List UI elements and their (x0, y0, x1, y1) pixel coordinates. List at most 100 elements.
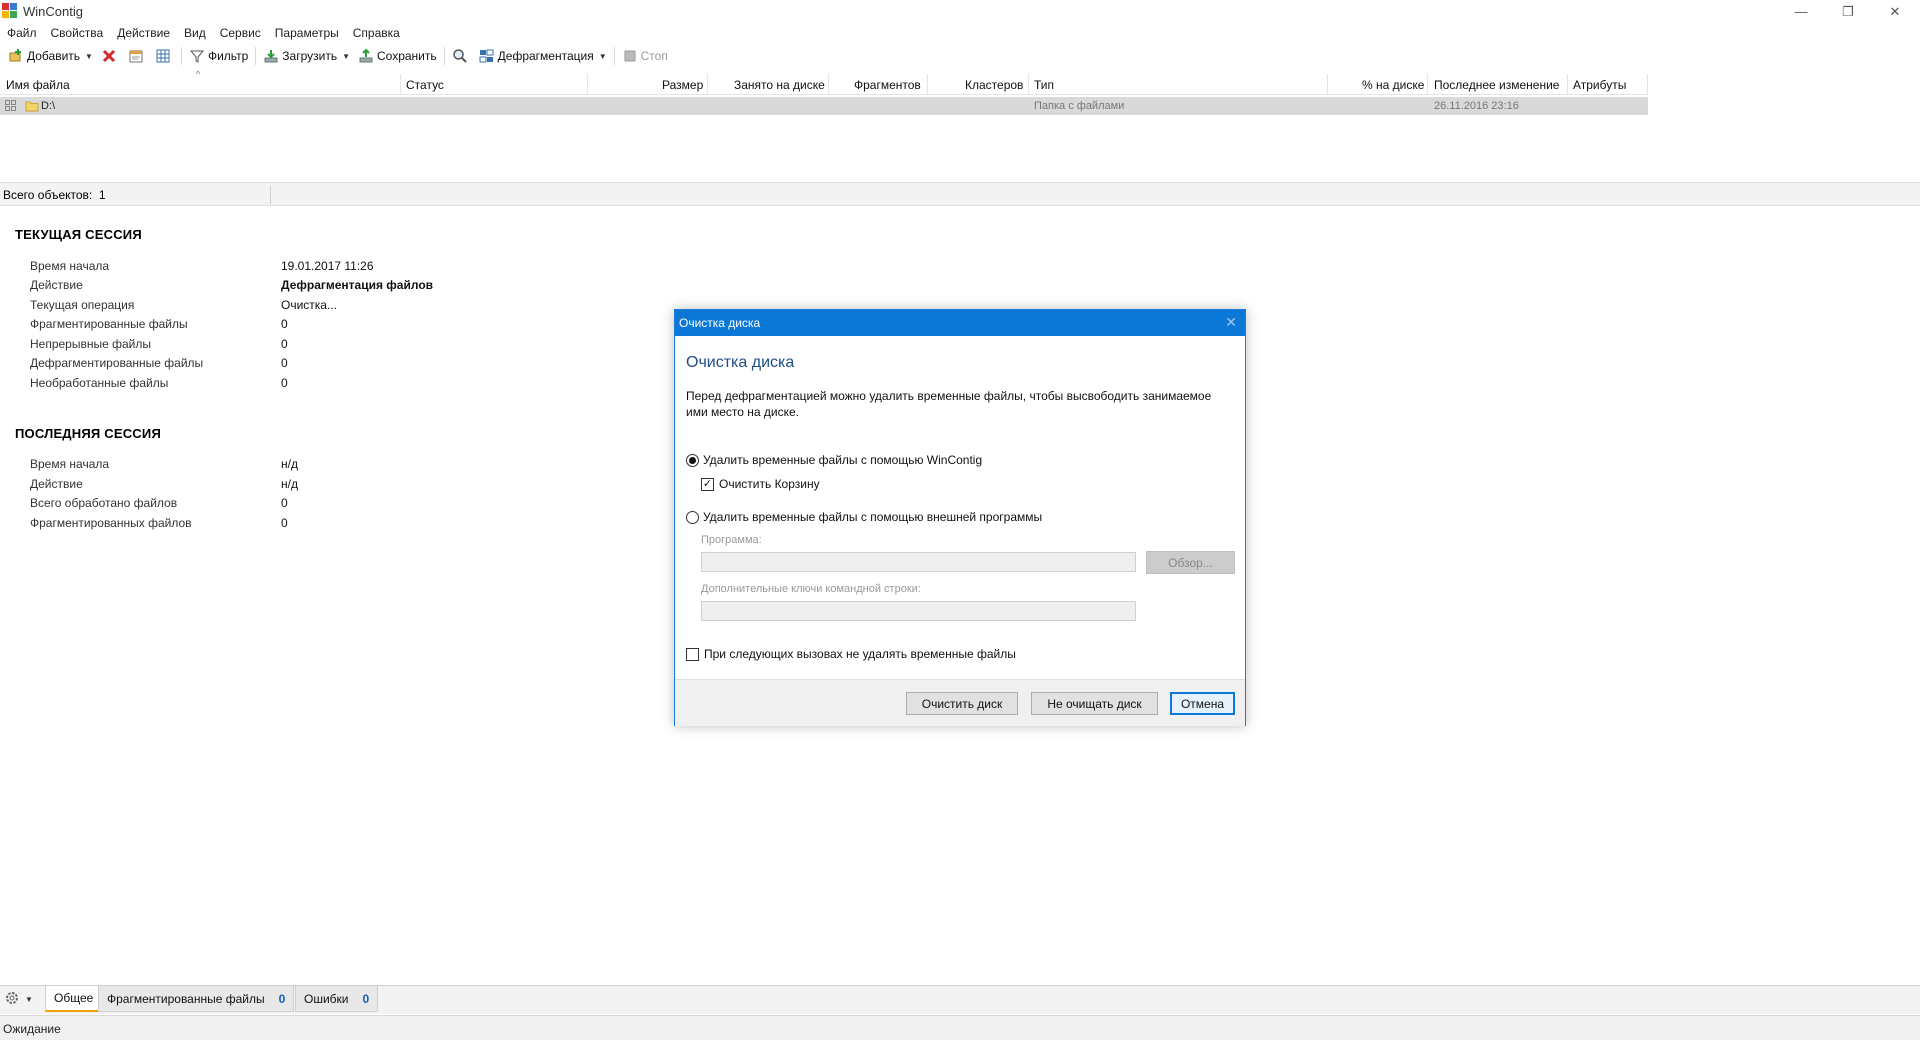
properties-button[interactable] (124, 45, 151, 67)
analyze-button[interactable] (448, 45, 475, 67)
menu-file[interactable]: Файл (0, 23, 44, 43)
file-list-header: Имя файла Статус Размер Занято на диске … (0, 74, 1648, 95)
close-icon[interactable]: ✕ (1225, 314, 1237, 331)
menu-action[interactable]: Действие (110, 23, 177, 43)
radio-button-checked[interactable] (686, 453, 699, 467)
column-header-clusters[interactable]: Кластеров (965, 78, 1023, 92)
defragmented-files-value: 0 (281, 356, 288, 370)
last-action-label: Действие (30, 477, 83, 491)
tab-fragmented-label: Фрагментированные файлы (107, 991, 265, 1006)
checkbox-recycle-bin[interactable]: ✓ Очистить Корзину (701, 477, 820, 491)
column-header-size[interactable]: Размер (662, 78, 703, 92)
magnifier-icon (452, 48, 468, 64)
save-icon (358, 48, 374, 64)
toolbar-separator (255, 47, 257, 65)
column-header-name[interactable]: Имя файла (6, 78, 70, 92)
window-title: WinContig (23, 4, 83, 19)
column-divider[interactable] (927, 74, 928, 95)
add-button[interactable]: Добавить ▼ (4, 45, 97, 67)
list-summary-bar: Всего объектов: 1 (0, 182, 1920, 206)
bottom-tabs-bar: ▼ Общее Фрагментированные файлы 0 Ошибки… (0, 985, 1920, 1014)
args-input[interactable] (701, 601, 1136, 621)
cancel-button[interactable]: Отмена (1170, 692, 1235, 715)
chevron-down-icon: ▼ (25, 994, 33, 1004)
app-logo-icon (2, 3, 17, 18)
column-header-status[interactable]: Статус (406, 78, 444, 92)
close-window-button[interactable]: ✕ (1872, 0, 1918, 23)
minimize-button[interactable]: — (1778, 0, 1824, 23)
clean-disk-button[interactable]: Очистить диск (906, 692, 1018, 715)
program-input[interactable] (701, 552, 1136, 572)
last-session-title: ПОСЛЕДНЯЯ СЕССИЯ (15, 426, 161, 441)
menu-view[interactable]: Вид (177, 23, 213, 43)
radio-wincontig-option[interactable]: Удалить временные файлы с помощью WinCon… (686, 453, 982, 467)
tab-errors[interactable]: Ошибки 0 (295, 986, 379, 1012)
load-button[interactable]: Загрузить ▼ (259, 45, 354, 67)
defrag-button[interactable]: Дефрагментация ▼ (475, 45, 611, 67)
defragmented-files-label: Дефрагментированные файлы (30, 356, 204, 370)
menu-bar: Файл Свойства Действие Вид Сервис Параме… (0, 23, 407, 43)
column-divider[interactable] (587, 74, 588, 95)
settings-menu-button[interactable]: ▼ (4, 989, 33, 1009)
fragmented-count-badge: 0 (278, 991, 286, 1006)
dialog-heading: Очистка диска (686, 354, 795, 371)
radio-external-option[interactable]: Удалить временные файлы с помощью внешне… (686, 510, 1042, 524)
last-start-time-label: Время начала (30, 457, 110, 471)
radio-button-unchecked[interactable] (686, 510, 699, 524)
gear-icon (4, 990, 20, 1009)
column-header-type[interactable]: Тип (1034, 78, 1054, 92)
column-header-modified[interactable]: Последнее изменение (1434, 78, 1559, 92)
title-bar: WinContig — ❐ ✕ (0, 0, 1920, 23)
stop-label: Стоп (640, 49, 668, 63)
column-divider[interactable] (1647, 74, 1648, 95)
column-divider[interactable] (1327, 74, 1328, 95)
total-objects-label: Всего объектов: (3, 188, 93, 202)
radio-external-label: Удалить временные файлы с помощью внешне… (703, 510, 1043, 524)
menu-properties[interactable]: Свойства (44, 23, 111, 43)
column-header-attributes[interactable]: Атрибуты (1573, 78, 1626, 92)
save-button[interactable]: Сохранить (354, 45, 441, 67)
current-session-title: ТЕКУЩАЯ СЕССИЯ (15, 227, 142, 242)
args-label: Дополнительные ключи командной строки: (701, 583, 921, 595)
column-divider[interactable] (400, 74, 401, 95)
table-row[interactable]: D:\ Папка с файлами 26.11.2016 23:16 (0, 97, 1648, 115)
column-divider[interactable] (828, 74, 829, 95)
dialog-button-bar: Очистить диск Не очищать диск Отмена (675, 679, 1245, 726)
column-header-disk-percent[interactable]: % на диске (1362, 78, 1424, 92)
dialog-description: Перед дефрагментацией можно удалить врем… (686, 389, 1212, 419)
filter-button[interactable]: Фильтр (185, 45, 252, 67)
menu-help[interactable]: Справка (346, 23, 407, 43)
column-divider[interactable] (1567, 74, 1568, 95)
last-fragmented-value: 0 (281, 516, 288, 530)
contiguous-files-value: 0 (281, 337, 288, 351)
total-processed-label: Всего обработано файлов (30, 496, 178, 510)
stop-button[interactable]: Стоп (618, 45, 672, 67)
column-header-disk-used[interactable]: Занято на диске (734, 78, 825, 92)
chevron-down-icon: ▼ (342, 51, 350, 61)
last-action-value: н/д (281, 477, 298, 491)
current-start-time-label: Время начала (30, 259, 110, 273)
tab-general[interactable]: Общее (45, 986, 103, 1012)
folder-icon (25, 99, 39, 115)
checkbox-checked[interactable]: ✓ (701, 477, 714, 491)
file-name-cell: D:\ (41, 100, 56, 112)
checkbox-dont-delete[interactable]: При следующих вызовах не удалять временн… (686, 647, 1016, 661)
browse-button[interactable]: Обзор... (1146, 551, 1235, 574)
stop-icon (622, 48, 638, 64)
no-clean-button[interactable]: Не очищать диск (1031, 692, 1158, 715)
total-objects-value: 1 (98, 188, 106, 202)
column-divider[interactable] (1427, 74, 1428, 95)
tab-fragmented-files[interactable]: Фрагментированные файлы 0 (98, 986, 295, 1012)
add-files-icon (8, 48, 24, 64)
checkbox-unchecked[interactable] (686, 647, 699, 661)
column-divider[interactable] (707, 74, 708, 95)
remove-button[interactable] (97, 45, 124, 67)
column-header-fragments[interactable]: Фрагментов (854, 78, 921, 92)
column-divider[interactable] (1028, 74, 1029, 95)
restore-button[interactable]: ❐ (1825, 0, 1871, 23)
menu-service[interactable]: Сервис (213, 23, 268, 43)
delete-icon (101, 48, 117, 64)
grid-view-button[interactable] (151, 45, 178, 67)
menu-options[interactable]: Параметры (268, 23, 346, 43)
expand-icon[interactable] (5, 100, 17, 115)
